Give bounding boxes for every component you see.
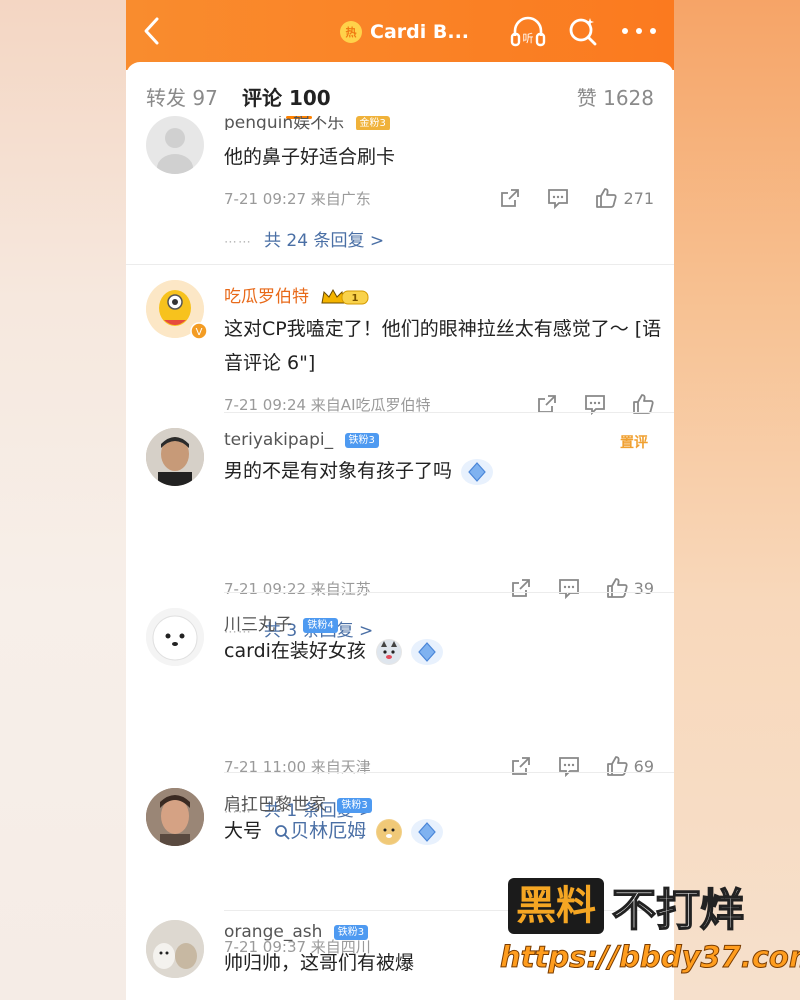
- comment-username[interactable]: 川三丸子 铁粉4: [224, 610, 338, 635]
- like-count: 271: [623, 188, 654, 208]
- avatar[interactable]: [146, 788, 204, 846]
- background-left: [0, 0, 126, 1000]
- avatar[interactable]: [146, 920, 204, 978]
- doge-emoji-icon: [376, 818, 403, 845]
- search-keyword-link[interactable]: 贝林厄姆: [268, 820, 372, 842]
- comment-meta: 7-21 11:00 来自天津: [224, 758, 371, 776]
- comment-username-text: 吃瓜罗伯特: [224, 287, 309, 307]
- comment-item: V 吃瓜罗伯特 1 这对CP我嗑定了！他们的眼神拉丝太有感觉了～ [语音评论 6…: [126, 274, 674, 415]
- site-watermark: 黑料 不打烊 https://bbdy37.com: [499, 876, 800, 986]
- comment-meta: 7-21 09:27 来自广东: [224, 190, 371, 208]
- divider: [224, 412, 674, 413]
- comment-actions: 271: [473, 186, 654, 210]
- comment-text-body: cardi在装好女孩: [224, 640, 366, 662]
- comment-icon[interactable]: [558, 755, 580, 777]
- comment-text: 这对CP我嗑定了！他们的眼神拉丝太有感觉了～ [语音评论 6"]: [224, 318, 662, 374]
- comment-actions: 39: [484, 576, 654, 600]
- avatar[interactable]: [146, 428, 204, 486]
- replies-count-text: 共 24 条回复 >: [264, 231, 385, 251]
- like-icon[interactable]: [595, 187, 618, 209]
- comment-text-body: 男的不是有对象有孩子了吗: [224, 460, 453, 482]
- share-icon[interactable]: [510, 755, 532, 777]
- divider: [224, 592, 674, 593]
- fan-badge: 金粉3: [355, 116, 390, 130]
- comment-username-text: penguin娱不乐: [224, 116, 345, 130]
- vip-crown-badge: 1: [320, 287, 370, 307]
- comment-item: penguin娱不乐 金粉3 他的鼻子好适合刷卡 7-21 09:27 来自广东…: [126, 110, 674, 264]
- background-right: [674, 0, 800, 1000]
- comment-item: teriyakipapi_ 铁粉3 置评 男的不是有对象有孩子了吗 7-21 0…: [126, 426, 674, 641]
- vip-level: 1: [352, 293, 359, 304]
- view-replies-link[interactable]: ⋯⋯ 共 24 条回复 >: [224, 226, 384, 251]
- comment-username[interactable]: penguin娱不乐 金粉3: [224, 116, 390, 130]
- diamond-sticker-icon: [410, 817, 444, 847]
- avatar[interactable]: [146, 116, 204, 174]
- verified-icon: V: [190, 322, 208, 340]
- comment-item: 川三丸子 铁粉4 cardi在装好女孩 7-21 11:00 来自天津 69 ⋯…: [126, 606, 674, 821]
- like-icon[interactable]: [606, 577, 628, 599]
- fan-badge: 铁粉3: [337, 797, 372, 813]
- avatar[interactable]: [146, 608, 204, 666]
- tab-reposts[interactable]: 转发 97: [146, 82, 218, 111]
- husky-emoji-icon: [375, 638, 402, 665]
- fan-badge: 铁粉3: [344, 432, 379, 448]
- comment-username-text: orange_ash: [224, 922, 323, 942]
- headphones-icon[interactable]: 听: [510, 16, 546, 48]
- comment-username[interactable]: 吃瓜罗伯特 1: [224, 282, 370, 307]
- listen-label: 听: [523, 32, 534, 45]
- watermark-url: https://bbdy37.com: [499, 940, 800, 975]
- top-navigation-bar: 热 Cardi B... 听: [126, 0, 674, 70]
- share-icon[interactable]: [499, 187, 521, 209]
- phone-screen: 热 Cardi B... 听 转发 97 评论 100 赞 1628 pengu…: [126, 0, 674, 1000]
- tab-comments[interactable]: 评论 100: [242, 82, 331, 111]
- search-icon: [275, 824, 290, 840]
- comment-meta: 7-21 09:22 来自江苏: [224, 580, 371, 598]
- search-icon[interactable]: [568, 16, 598, 46]
- back-arrow-icon[interactable]: [140, 16, 164, 46]
- comment-icon[interactable]: [558, 577, 580, 599]
- divider: [126, 264, 674, 265]
- comment-username-text: 肩扛巴黎世家: [224, 795, 326, 815]
- hot-badge: 热: [340, 21, 362, 43]
- comment-username-text: 川三丸子: [224, 615, 292, 635]
- comment-actions: 69: [484, 754, 654, 778]
- comment-username[interactable]: 肩扛巴黎世家 铁粉3: [224, 790, 372, 815]
- comment-text: 他的鼻子好适合刷卡: [224, 146, 396, 168]
- page-title: Cardi B...: [370, 21, 469, 43]
- search-keyword-text: 贝林厄姆: [290, 820, 367, 842]
- watermark-black-text: 黑料: [508, 878, 604, 934]
- page-title-group[interactable]: 热 Cardi B...: [340, 18, 469, 46]
- like-count: 39: [633, 578, 654, 598]
- watermark-white-text: 不打烊: [611, 884, 745, 937]
- share-icon[interactable]: [510, 577, 532, 599]
- comment-text: 大号 贝林厄姆: [224, 814, 664, 848]
- diamond-sticker-icon: [460, 457, 494, 487]
- comment-text: 男的不是有对象有孩子了吗: [224, 454, 664, 488]
- divider: [224, 772, 674, 773]
- comment-username-text: teriyakipapi_: [224, 430, 334, 450]
- comment-username[interactable]: teriyakipapi_ 铁粉3: [224, 430, 379, 450]
- fan-badge: 铁粉4: [303, 617, 338, 633]
- comment-icon[interactable]: [547, 187, 569, 209]
- comments-sheet: 转发 97 评论 100 赞 1628 penguin娱不乐 金粉3 他的鼻子好…: [126, 62, 674, 1000]
- like-icon[interactable]: [606, 755, 628, 777]
- tab-likes[interactable]: 赞 1628: [577, 82, 654, 111]
- svg-text:V: V: [196, 327, 203, 338]
- comment-text: cardi在装好女孩: [224, 634, 664, 668]
- diamond-sticker-icon: [410, 637, 444, 667]
- pinned-tag: 置评: [620, 435, 648, 451]
- comment-username[interactable]: orange_ash 铁粉3: [224, 922, 369, 942]
- fan-badge: 铁粉3: [333, 924, 369, 940]
- comment-text-body: 大号: [224, 820, 263, 842]
- more-options-icon[interactable]: [622, 28, 656, 36]
